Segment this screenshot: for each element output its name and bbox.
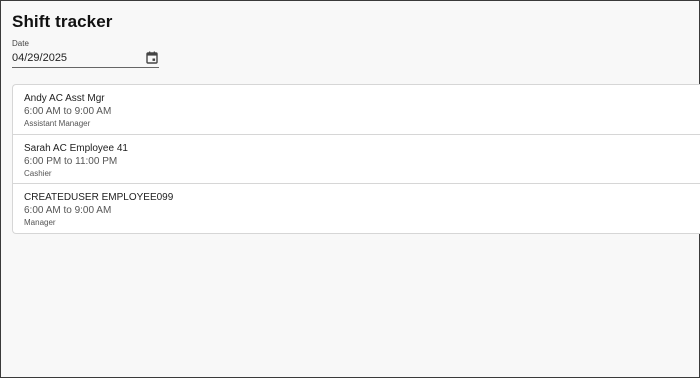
employee-role: Manager xyxy=(24,218,56,227)
date-label: Date xyxy=(12,39,29,48)
list-item[interactable]: Sarah AC Employee 41 6:00 PM to 11:00 PM… xyxy=(13,135,700,184)
shift-list: Andy AC Asst Mgr 6:00 AM to 9:00 AM Assi… xyxy=(12,84,700,234)
employee-role: Assistant Manager xyxy=(24,119,91,128)
page-title: Shift tracker xyxy=(12,12,113,31)
shift-time: 6:00 AM to 9:00 AM xyxy=(24,106,112,117)
employee-role: Cashier xyxy=(24,168,52,178)
list-item[interactable]: CREATEDUSER EMPLOYEE099 6:00 AM to 9:00 … xyxy=(13,184,700,234)
date-value[interactable]: 04/29/2025 xyxy=(12,52,67,64)
employee-name: CREATEDUSER EMPLOYEE099 xyxy=(24,192,174,203)
calendar-icon[interactable] xyxy=(146,51,158,64)
shift-time: 6:00 AM to 9:00 AM xyxy=(24,205,112,216)
employee-name: Sarah AC Employee 41 xyxy=(24,142,128,154)
employee-name: Andy AC Asst Mgr xyxy=(24,93,105,104)
app-window: Shift tracker Date 04/29/2025 Andy AC As… xyxy=(0,0,700,378)
list-item[interactable]: Andy AC Asst Mgr 6:00 AM to 9:00 AM Assi… xyxy=(13,85,700,135)
shift-time: 6:00 PM to 11:00 PM xyxy=(24,155,118,167)
date-input[interactable]: 04/29/2025 xyxy=(12,48,159,68)
